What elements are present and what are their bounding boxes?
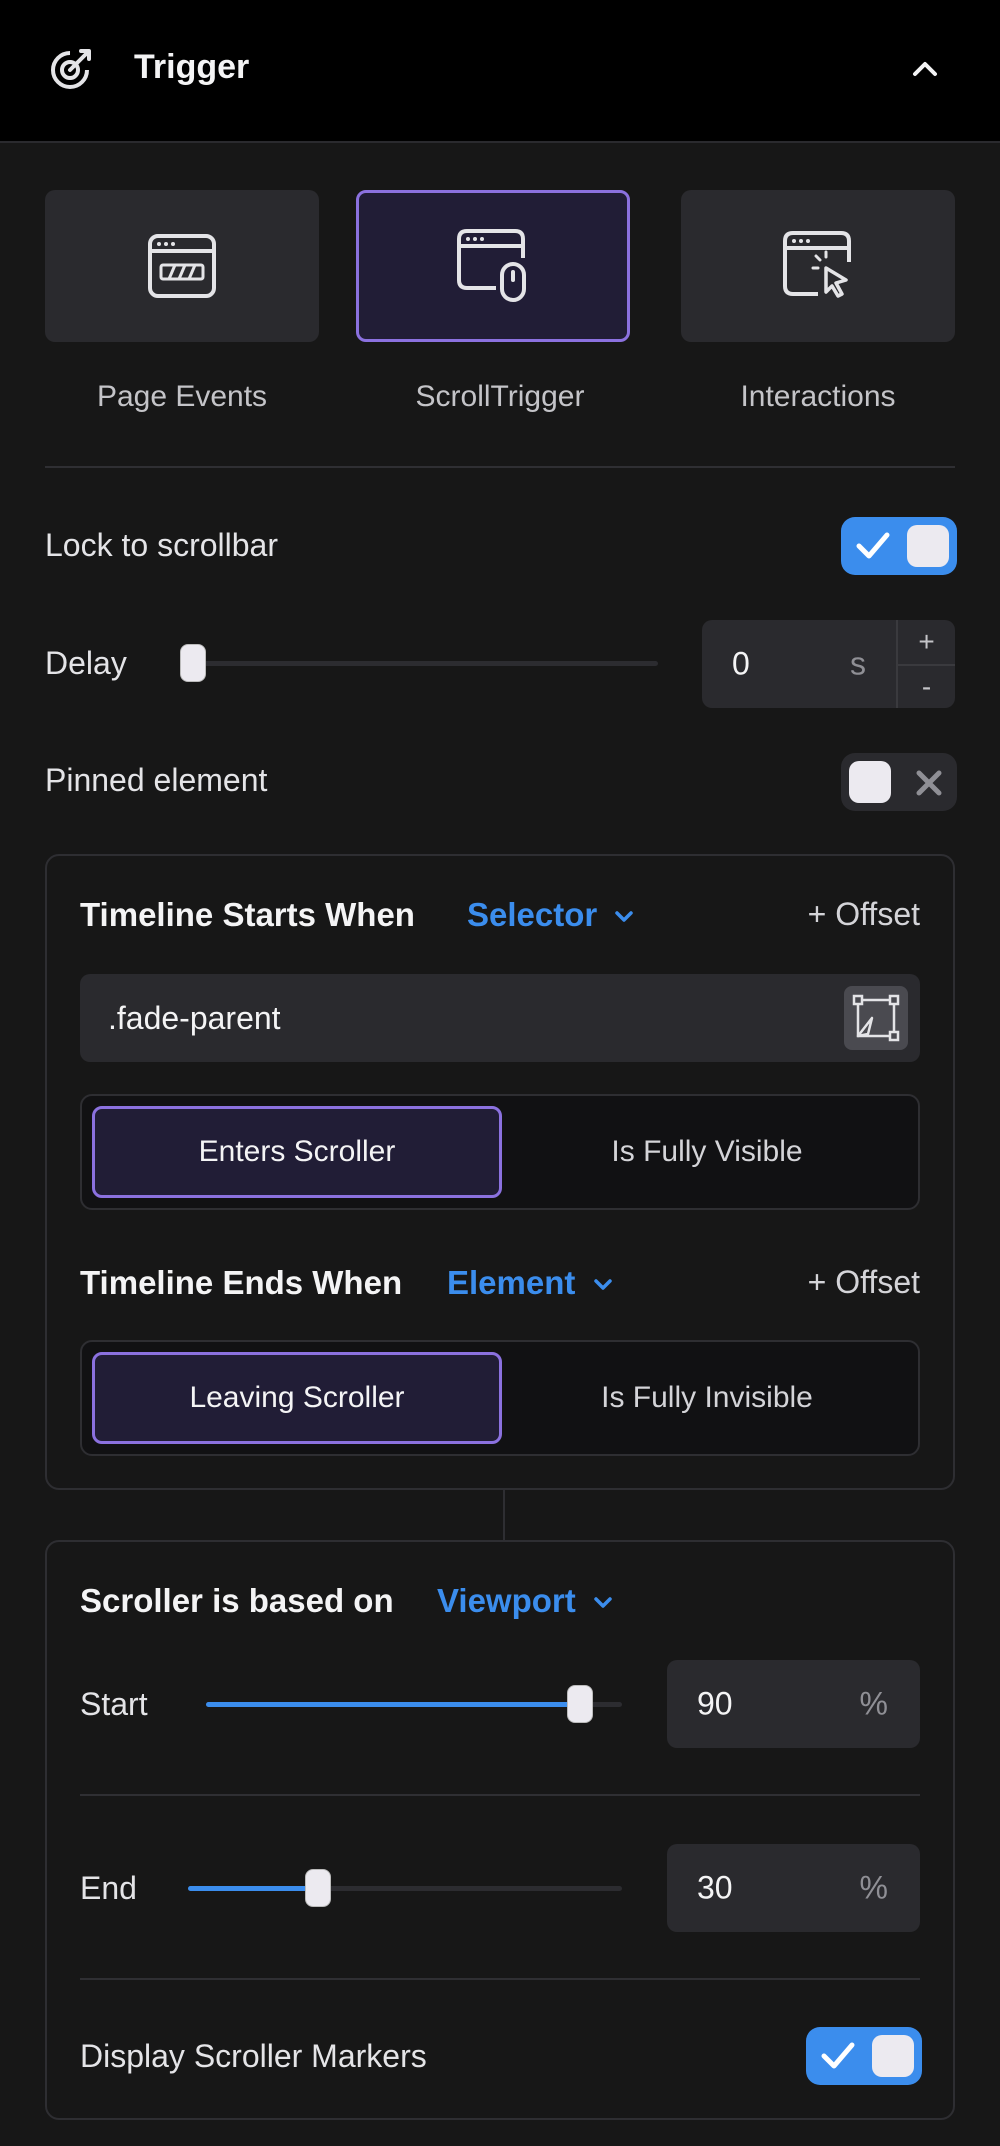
timeline-end-label: Timeline Ends When [80, 1264, 403, 1301]
timeline-start-label: Timeline Starts When [80, 896, 415, 933]
checkmark-icon [821, 2042, 855, 2069]
delay-unit: s [850, 645, 866, 682]
selector-value: .fade-parent [108, 1000, 281, 1036]
divider [45, 466, 955, 468]
tab-label-page-events: Page Events [96, 380, 268, 413]
delay-label: Delay [45, 645, 127, 681]
chevron-down-icon [593, 1279, 612, 1290]
option-enters-scroller[interactable]: Enters Scroller [92, 1106, 502, 1198]
start-input[interactable]: 90 % [667, 1660, 920, 1748]
end-input[interactable]: 30 % [667, 1844, 920, 1932]
tab-interactions[interactable] [681, 190, 955, 342]
delay-input[interactable]: 0 s + - [702, 620, 955, 708]
start-slider-fill [206, 1702, 581, 1707]
tab-page-events[interactable] [45, 190, 319, 342]
option-is-fully-invisible[interactable]: Is Fully Invisible [502, 1352, 912, 1444]
chevron-up-icon[interactable] [906, 50, 944, 88]
toggle-knob [849, 761, 891, 803]
page-events-icon [148, 234, 216, 298]
checkmark-icon [856, 532, 890, 559]
end-label: End [80, 1870, 137, 1906]
trigger-panel-header[interactable]: Trigger [0, 0, 1000, 143]
chevron-down-icon [594, 1597, 612, 1608]
decrement-button[interactable]: - [898, 664, 955, 708]
divider [80, 1978, 920, 1980]
scroll-trigger-icon [457, 229, 526, 302]
display-markers-toggle[interactable] [806, 2027, 922, 2085]
lock-to-scrollbar-label: Lock to scrollbar [45, 527, 278, 563]
scroller-mode: Viewport [437, 1582, 576, 1619]
tab-label-scroll-trigger: ScrollTrigger [415, 380, 585, 413]
toggle-knob [872, 2035, 914, 2077]
interactions-icon [783, 231, 851, 298]
scroller-mode-dropdown[interactable]: Viewport [437, 1582, 615, 1620]
display-markers-label: Display Scroller Markers [80, 2038, 427, 2074]
start-trigger-segmented: Enters Scroller Is Fully Visible [80, 1094, 920, 1210]
start-label: Start [80, 1686, 148, 1722]
timeline-end-mode: Element [447, 1264, 576, 1301]
end-slider-track[interactable] [188, 1886, 622, 1891]
option-leaving-scroller[interactable]: Leaving Scroller [92, 1352, 502, 1444]
pinned-element-toggle[interactable] [841, 753, 957, 811]
timeline-start-mode: Selector [467, 896, 598, 933]
end-value: 30 [697, 1869, 733, 1906]
element-picker-button[interactable] [844, 986, 908, 1050]
chevron-down-icon [615, 911, 634, 922]
delay-value: 0 [732, 645, 750, 682]
end-trigger-segmented: Leaving Scroller Is Fully Invisible [80, 1340, 920, 1456]
delay-slider-thumb[interactable] [180, 644, 206, 682]
increment-button[interactable]: + [898, 620, 955, 664]
start-unit: % [859, 1685, 888, 1722]
toggle-knob [907, 525, 949, 567]
card-connector [503, 1488, 505, 1540]
pinned-element-label: Pinned element [45, 762, 268, 798]
start-value: 90 [697, 1685, 733, 1722]
end-slider-fill [188, 1886, 319, 1891]
timeline-start-offset-button[interactable]: + Offset [808, 896, 920, 933]
trigger-icon [51, 49, 91, 89]
element-picker-icon [852, 994, 900, 1042]
start-slider-thumb[interactable] [567, 1685, 594, 1723]
tab-label-interactions: Interactions [740, 380, 896, 413]
panel-title: Trigger [134, 48, 250, 86]
scroller-based-on-label: Scroller is based on [80, 1582, 394, 1619]
start-slider-track[interactable] [206, 1702, 622, 1707]
x-mark-icon [916, 770, 942, 796]
timeline-end-mode-dropdown[interactable]: Element [447, 1264, 615, 1302]
timeline-end-offset-button[interactable]: + Offset [808, 1264, 920, 1301]
tab-scroll-trigger[interactable] [356, 190, 630, 342]
selector-input[interactable]: .fade-parent [80, 974, 920, 1062]
end-unit: % [859, 1869, 888, 1906]
timeline-start-mode-dropdown[interactable]: Selector [467, 896, 636, 934]
end-slider-thumb[interactable] [305, 1869, 332, 1907]
delay-slider-track[interactable] [180, 661, 658, 666]
lock-to-scrollbar-toggle[interactable] [841, 517, 957, 575]
divider [80, 1794, 920, 1796]
option-is-fully-visible[interactable]: Is Fully Visible [502, 1106, 912, 1198]
